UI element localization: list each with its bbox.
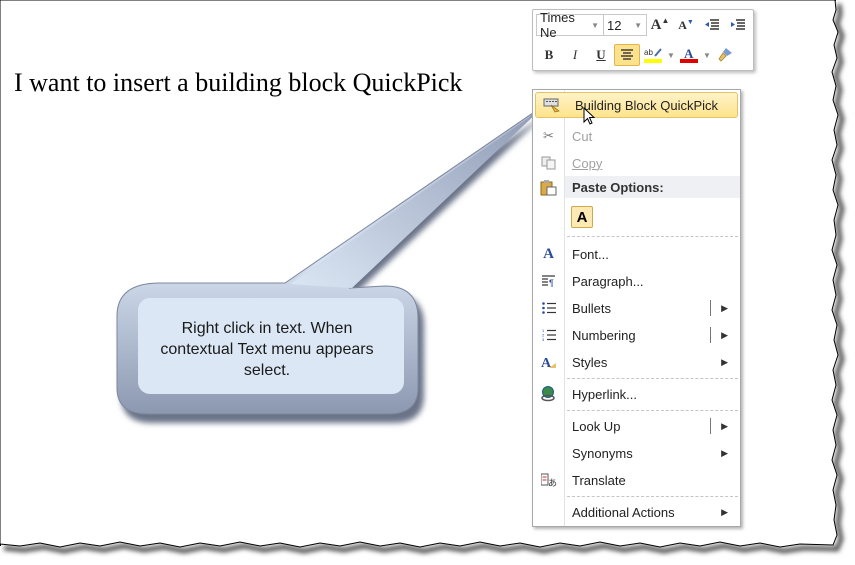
callout-line-2: contextual Text menu appears — [160, 341, 374, 358]
paste-keep-text-only-button[interactable]: A — [571, 206, 593, 228]
center-align-button[interactable] — [614, 44, 640, 66]
decrease-indent-button[interactable] — [699, 14, 725, 36]
submenu-arrow-icon[interactable]: ▶ — [721, 507, 728, 518]
menu-item-additional-actions[interactable]: Additional Actions ▶ — [533, 499, 740, 525]
svg-text:あ: あ — [548, 478, 557, 487]
chevron-down-icon[interactable]: ▼ — [702, 51, 712, 60]
submenu-arrow-icon[interactable]: ▶ — [721, 357, 728, 368]
split-divider — [710, 327, 711, 343]
menu-item-label: Hyperlink... — [572, 386, 638, 402]
submenu-arrow-icon[interactable]: ▶ — [721, 448, 728, 459]
menu-item-label: Paragraph... — [572, 273, 644, 289]
building-block-icon — [536, 97, 567, 113]
translate-icon: あ — [533, 473, 564, 487]
font-color-icon: A — [680, 46, 698, 63]
keep-text-only-icon: A — [576, 208, 588, 226]
menu-item-label: Styles — [572, 354, 608, 370]
svg-text:A: A — [684, 46, 694, 61]
center-align-icon — [621, 49, 633, 60]
paste-icon — [539, 180, 557, 201]
menu-item-numbering[interactable]: 123 Numbering ▶ — [533, 322, 740, 348]
menu-item-translate[interactable]: あ Translate — [533, 467, 740, 493]
menu-item-label: Font... — [572, 246, 609, 262]
hyperlink-icon — [533, 386, 564, 402]
svg-text:¶: ¶ — [549, 278, 554, 287]
menu-item-label: Numbering — [572, 327, 636, 343]
increase-indent-icon — [731, 19, 745, 30]
menu-item-hyperlink[interactable]: Hyperlink... — [533, 381, 740, 407]
chevron-down-icon[interactable]: ▼ — [666, 51, 676, 60]
menu-item-copy[interactable]: Copy — [533, 150, 740, 176]
increase-indent-button[interactable] — [725, 14, 751, 36]
menu-separator — [567, 496, 738, 497]
callout-text: Right click in text. When contextual Tex… — [136, 318, 398, 381]
font-color-button[interactable]: A — [676, 44, 702, 66]
svg-text:ab: ab — [644, 48, 653, 57]
menu-item-font[interactable]: A Font... — [533, 241, 740, 267]
mouse-cursor-icon — [583, 107, 596, 125]
paragraph-icon: ¶ — [533, 275, 564, 287]
submenu-arrow-icon[interactable]: ▶ — [721, 330, 728, 341]
underline-button[interactable]: U — [588, 44, 614, 66]
chevron-down-icon[interactable]: ▼ — [634, 21, 642, 30]
font-icon: A — [543, 245, 554, 262]
menu-item-label: Synonyms — [572, 445, 633, 461]
submenu-arrow-icon[interactable]: ▶ — [721, 421, 728, 432]
chevron-down-icon[interactable]: ▼ — [591, 21, 599, 30]
highlighter-icon: ab — [644, 48, 662, 63]
font-size-value: 12 — [607, 17, 622, 33]
mini-toolbar: Times Ne ▼ 12 ▼ A▲ A▼ B I U ab ▼ A ▼ — [532, 9, 754, 71]
menu-item-look-up[interactable]: Look Up ▶ — [533, 413, 740, 439]
menu-item-bullets[interactable]: Bullets ▶ — [533, 295, 740, 321]
shrink-font-button[interactable]: A▼ — [673, 14, 699, 36]
menu-separator — [567, 410, 738, 411]
paste-options-label: Paste Options: — [572, 179, 664, 195]
menu-item-cut[interactable]: ✂ Cut — [533, 123, 740, 149]
svg-text:3: 3 — [542, 337, 545, 341]
bullets-icon — [533, 302, 564, 314]
menu-item-synonyms[interactable]: Synonyms ▶ — [533, 440, 740, 466]
menu-item-label: Additional Actions — [572, 504, 675, 520]
highlight-button[interactable]: ab — [640, 44, 666, 66]
paste-options-header: Paste Options: — [565, 176, 740, 198]
format-painter-icon — [718, 48, 732, 62]
menu-item-label: Bullets — [572, 300, 612, 316]
numbering-icon: 123 — [533, 329, 564, 341]
decrease-indent-icon — [705, 19, 719, 30]
callout-line-1: Right click in text. When — [181, 320, 353, 337]
menu-item-styles[interactable]: A Styles ▶ — [533, 349, 740, 375]
callout-line-3: select. — [243, 362, 291, 379]
bold-button[interactable]: B — [536, 44, 562, 66]
scissors-icon: ✂ — [543, 128, 554, 143]
menu-item-label: Copy — [572, 155, 603, 171]
menu-separator — [567, 378, 738, 379]
split-divider — [710, 418, 711, 434]
submenu-arrow-icon[interactable]: ▶ — [721, 303, 728, 314]
menu-item-label: Cut — [572, 128, 593, 144]
menu-separator — [567, 236, 738, 237]
grow-font-button[interactable]: A▲ — [647, 14, 673, 36]
split-divider — [710, 300, 711, 316]
italic-button[interactable]: I — [562, 44, 588, 66]
styles-icon: A — [533, 355, 564, 369]
menu-item-building-block-quickpick[interactable]: Building Block QuickPick — [535, 92, 738, 118]
format-painter-button[interactable] — [712, 44, 738, 66]
font-name-combo[interactable]: Times Ne ▼ — [536, 10, 604, 40]
grow-font-icon: A▲ — [650, 16, 670, 33]
copy-icon — [533, 156, 564, 170]
font-size-combo[interactable]: 12 ▼ — [603, 14, 647, 36]
shrink-font-icon: A▼ — [678, 17, 694, 32]
menu-item-paragraph[interactable]: ¶ Paragraph... — [533, 268, 740, 294]
menu-item-label: Look Up — [572, 418, 621, 434]
context-menu: Building Block QuickPick ✂ Cut Copy Past… — [532, 89, 741, 527]
font-name-value: Times Ne — [540, 10, 575, 40]
menu-item-label: Translate — [572, 472, 626, 488]
